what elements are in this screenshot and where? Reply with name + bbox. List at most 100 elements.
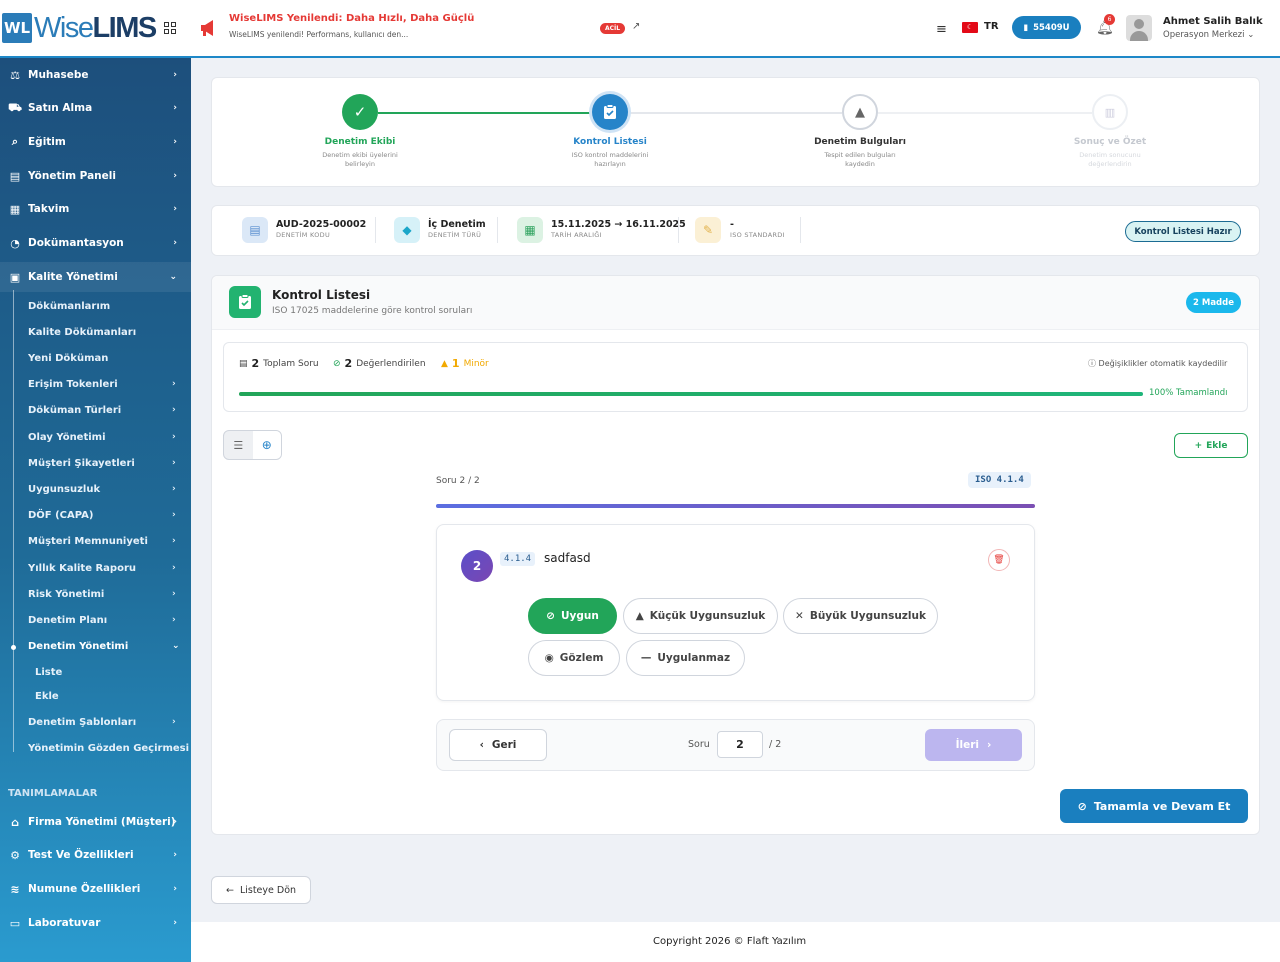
chevron-right-icon: › <box>173 103 177 113</box>
step-sub-denetim-ekibi: Denetim ekibi üyelerini belirleyin <box>322 151 398 168</box>
back-button[interactable]: ‹ Geri <box>449 729 547 761</box>
gauge-icon: ◔ <box>10 236 20 250</box>
turkey-flag-icon[interactable]: ☾ <box>962 22 978 33</box>
calendar-icon: ▤ <box>9 169 21 183</box>
step-title-kontrol-listesi[interactable]: Kontrol Listesi <box>535 137 685 147</box>
sidebar-sub-erisim-tokenleri[interactable]: Erişim Tokenleri › <box>28 379 176 390</box>
user-name[interactable]: Ahmet Salih Balık <box>1163 16 1263 27</box>
sidebar-sub-musteri-sikayetleri[interactable]: Müşteri Şikayetleri › <box>28 458 176 469</box>
chevron-right-icon: › <box>173 70 177 80</box>
logo-text: WiseLIMS <box>34 11 157 44</box>
list-icon: ▤ <box>239 358 248 369</box>
iso-tag: ISO 4.1.4 <box>968 472 1031 488</box>
option-uygun[interactable]: ⊘ Uygun <box>528 598 617 634</box>
section-title: TANIMLAMALAR <box>8 788 98 799</box>
sidebar-item-yonetim-paneli[interactable]: ▤ Yönetim Paneli › <box>0 161 191 191</box>
chevron-right-icon: › <box>173 238 177 248</box>
sidebar-item-test-ve-ozellikleri[interactable]: ⚙ Test Ve Özellikleri › <box>0 840 191 870</box>
step-sub-denetim-bulgulari: Tespit edilen bulguları kaydedin <box>824 151 896 168</box>
check-circle-icon: ⊘ <box>333 358 341 369</box>
company-code-badge[interactable]: ▮ 55409U <box>1012 16 1081 39</box>
scale-icon: ⚖ <box>10 68 20 82</box>
audit-date-range: 15.11.2025 → 16.11.2025 <box>551 219 686 230</box>
logo[interactable]: WL WiseLIMS <box>0 0 191 56</box>
sidebar-sub-denetim-plani[interactable]: Denetim Planı › <box>28 615 176 626</box>
building-icon: ⌂ <box>11 815 19 829</box>
list-view-icon[interactable]: ☰ <box>224 431 253 459</box>
step-sub-kontrol-listesi: ISO kontrol maddelerini hazırlayın <box>571 151 649 168</box>
step-title-denetim-ekibi[interactable]: Denetim Ekibi <box>285 137 435 147</box>
next-button[interactable]: İleri › <box>925 729 1022 761</box>
tag-icon: ◆ <box>394 217 420 243</box>
megaphone-icon <box>201 20 213 36</box>
sidebar-sub-dokumanlarim[interactable]: Dökümanlarım <box>28 301 110 312</box>
sidebar-item-takvim[interactable]: ▦ Takvim › <box>0 194 191 224</box>
sidebar-sub-musteri-memnuniyeti[interactable]: Müşteri Memnuniyeti › <box>28 536 176 547</box>
stepper-card <box>211 77 1260 187</box>
sidebar-sub-denetim-yonetimi[interactable]: Denetim Yönetimi ⌄ <box>28 641 180 652</box>
check-circle-icon: ⊘ <box>546 610 555 622</box>
option-buyuk-uygunsuzluk[interactable]: ✕ Büyük Uygunsuzluk <box>783 598 938 634</box>
external-link-icon[interactable]: ↗ <box>632 21 640 32</box>
trash-icon[interactable]: 🗑︎ <box>988 549 1010 571</box>
question-number: 2 <box>461 550 493 582</box>
menu-icon[interactable]: ≡ <box>936 22 947 37</box>
step-title-denetim-bulgulari[interactable]: Denetim Bulguları <box>785 137 935 147</box>
question-page-input[interactable] <box>717 731 763 758</box>
gear-icon: ⚙ <box>10 848 20 862</box>
nav-label: Soru <box>688 739 710 750</box>
sidebar-subsub-liste[interactable]: Liste <box>35 667 62 678</box>
divider <box>497 217 498 243</box>
sidebar-item-laboratuvar[interactable]: ▭ Laboratuvar › <box>0 908 191 938</box>
sidebar-sub-olay-yonetimi[interactable]: Olay Yönetimi › <box>28 432 176 443</box>
sidebar-sub-yonetimin-gozden-gecirmesi[interactable]: Yönetimin Gözden Geçirmesi <box>28 743 189 754</box>
clause-tag: 4.1.4 <box>500 552 536 566</box>
user-role[interactable]: Operasyon Merkezi ⌄ <box>1163 30 1254 40</box>
step-line-3 <box>878 112 1092 114</box>
sidebar-sub-dof[interactable]: DÖF (CAPA) › <box>28 510 176 521</box>
chevron-right-icon: › <box>173 204 177 214</box>
nav-total: / 2 <box>769 739 782 750</box>
option-uygulanmaz[interactable]: — Uygulanmaz <box>626 640 745 676</box>
clipboard-check-icon[interactable] <box>592 94 628 130</box>
sidebar-item-muhasebe[interactable]: ⚖ Muhasebe › <box>0 60 191 90</box>
step-title-sonuc-ozet[interactable]: Sonuç ve Özet <box>1035 137 1185 147</box>
sidebar-sub-dokuman-turleri[interactable]: Döküman Türleri › <box>28 405 176 416</box>
divider <box>678 217 679 243</box>
certificate-icon: ✎ <box>695 217 721 243</box>
warning-triangle-icon[interactable]: ▲ <box>842 94 878 130</box>
apps-grid-icon[interactable] <box>163 22 176 34</box>
sidebar-item-kalite-yonetimi[interactable]: ▣ Kalite Yönetimi ⌄ <box>0 262 191 292</box>
arrow-left-icon: ← <box>225 884 234 896</box>
back-to-list-button[interactable]: ← Listeye Dön <box>211 876 311 904</box>
add-button[interactable]: + Ekle <box>1174 433 1248 458</box>
announcement-title[interactable]: WiseLIMS Yenilendi: Daha Hızlı, Daha Güç… <box>229 13 474 24</box>
complete-button[interactable]: ⊘ Tamamla ve Devam Et <box>1060 789 1248 823</box>
progress-label: 100% Tamamlandı <box>1149 388 1228 398</box>
info-icon: ⓘ <box>1088 359 1096 368</box>
sidebar-item-satin-alma[interactable]: ⛟ Satın Alma › <box>0 93 191 123</box>
focus-view-icon[interactable]: ⊕ <box>252 431 281 459</box>
sidebar-item-egitim[interactable]: ⌕ Eğitim › <box>0 127 191 157</box>
audit-type-label: DENETİM TÜRÜ <box>428 231 482 239</box>
check-icon[interactable]: ✓ <box>342 94 378 130</box>
dna-icon: ≋ <box>10 882 20 896</box>
sidebar-sub-risk-yonetimi[interactable]: Risk Yönetimi › <box>28 589 176 600</box>
sidebar-item-numune-ozellikleri[interactable]: ≋ Numune Özellikleri › <box>0 874 191 904</box>
sidebar-sub-yeni-dokuman[interactable]: Yeni Döküman <box>28 353 108 364</box>
sidebar-sub-uygunsuzluk[interactable]: Uygunsuzluk › <box>28 484 176 495</box>
sidebar-subsub-ekle[interactable]: Ekle <box>35 691 59 702</box>
step-sub-sonuc-ozet: Denetim sonucunu değerlendirin <box>1079 151 1141 168</box>
option-gozlem[interactable]: ◉ Gözlem <box>528 640 620 676</box>
clipboard-check-icon <box>229 286 261 318</box>
sidebar-item-dokumantasyon[interactable]: ◔ Dokümantasyon › <box>0 228 191 258</box>
sidebar-sub-yillik-kalite-raporu[interactable]: Yıllık Kalite Raporu › <box>28 563 176 574</box>
avatar[interactable] <box>1126 15 1152 41</box>
sidebar-sub-kalite-dokumanlari[interactable]: Kalite Dökümanları <box>28 327 136 338</box>
sidebar-sub-denetim-sablonlari[interactable]: Denetim Şablonları › <box>28 717 176 728</box>
option-kucuk-uygunsuzluk[interactable]: ▲ Küçük Uygunsuzluk <box>623 598 778 634</box>
sidebar: ⚖ Muhasebe › ⛟ Satın Alma › ⌕ Eğitim › ▤ Yöneti… <box>0 58 191 962</box>
language-selector[interactable]: TR <box>984 21 999 32</box>
sidebar-item-firma-yonetimi[interactable]: ⌂ Firma Yönetimi (Müşteri) › <box>0 807 191 837</box>
chart-bar-icon[interactable]: ▥ <box>1092 94 1128 130</box>
